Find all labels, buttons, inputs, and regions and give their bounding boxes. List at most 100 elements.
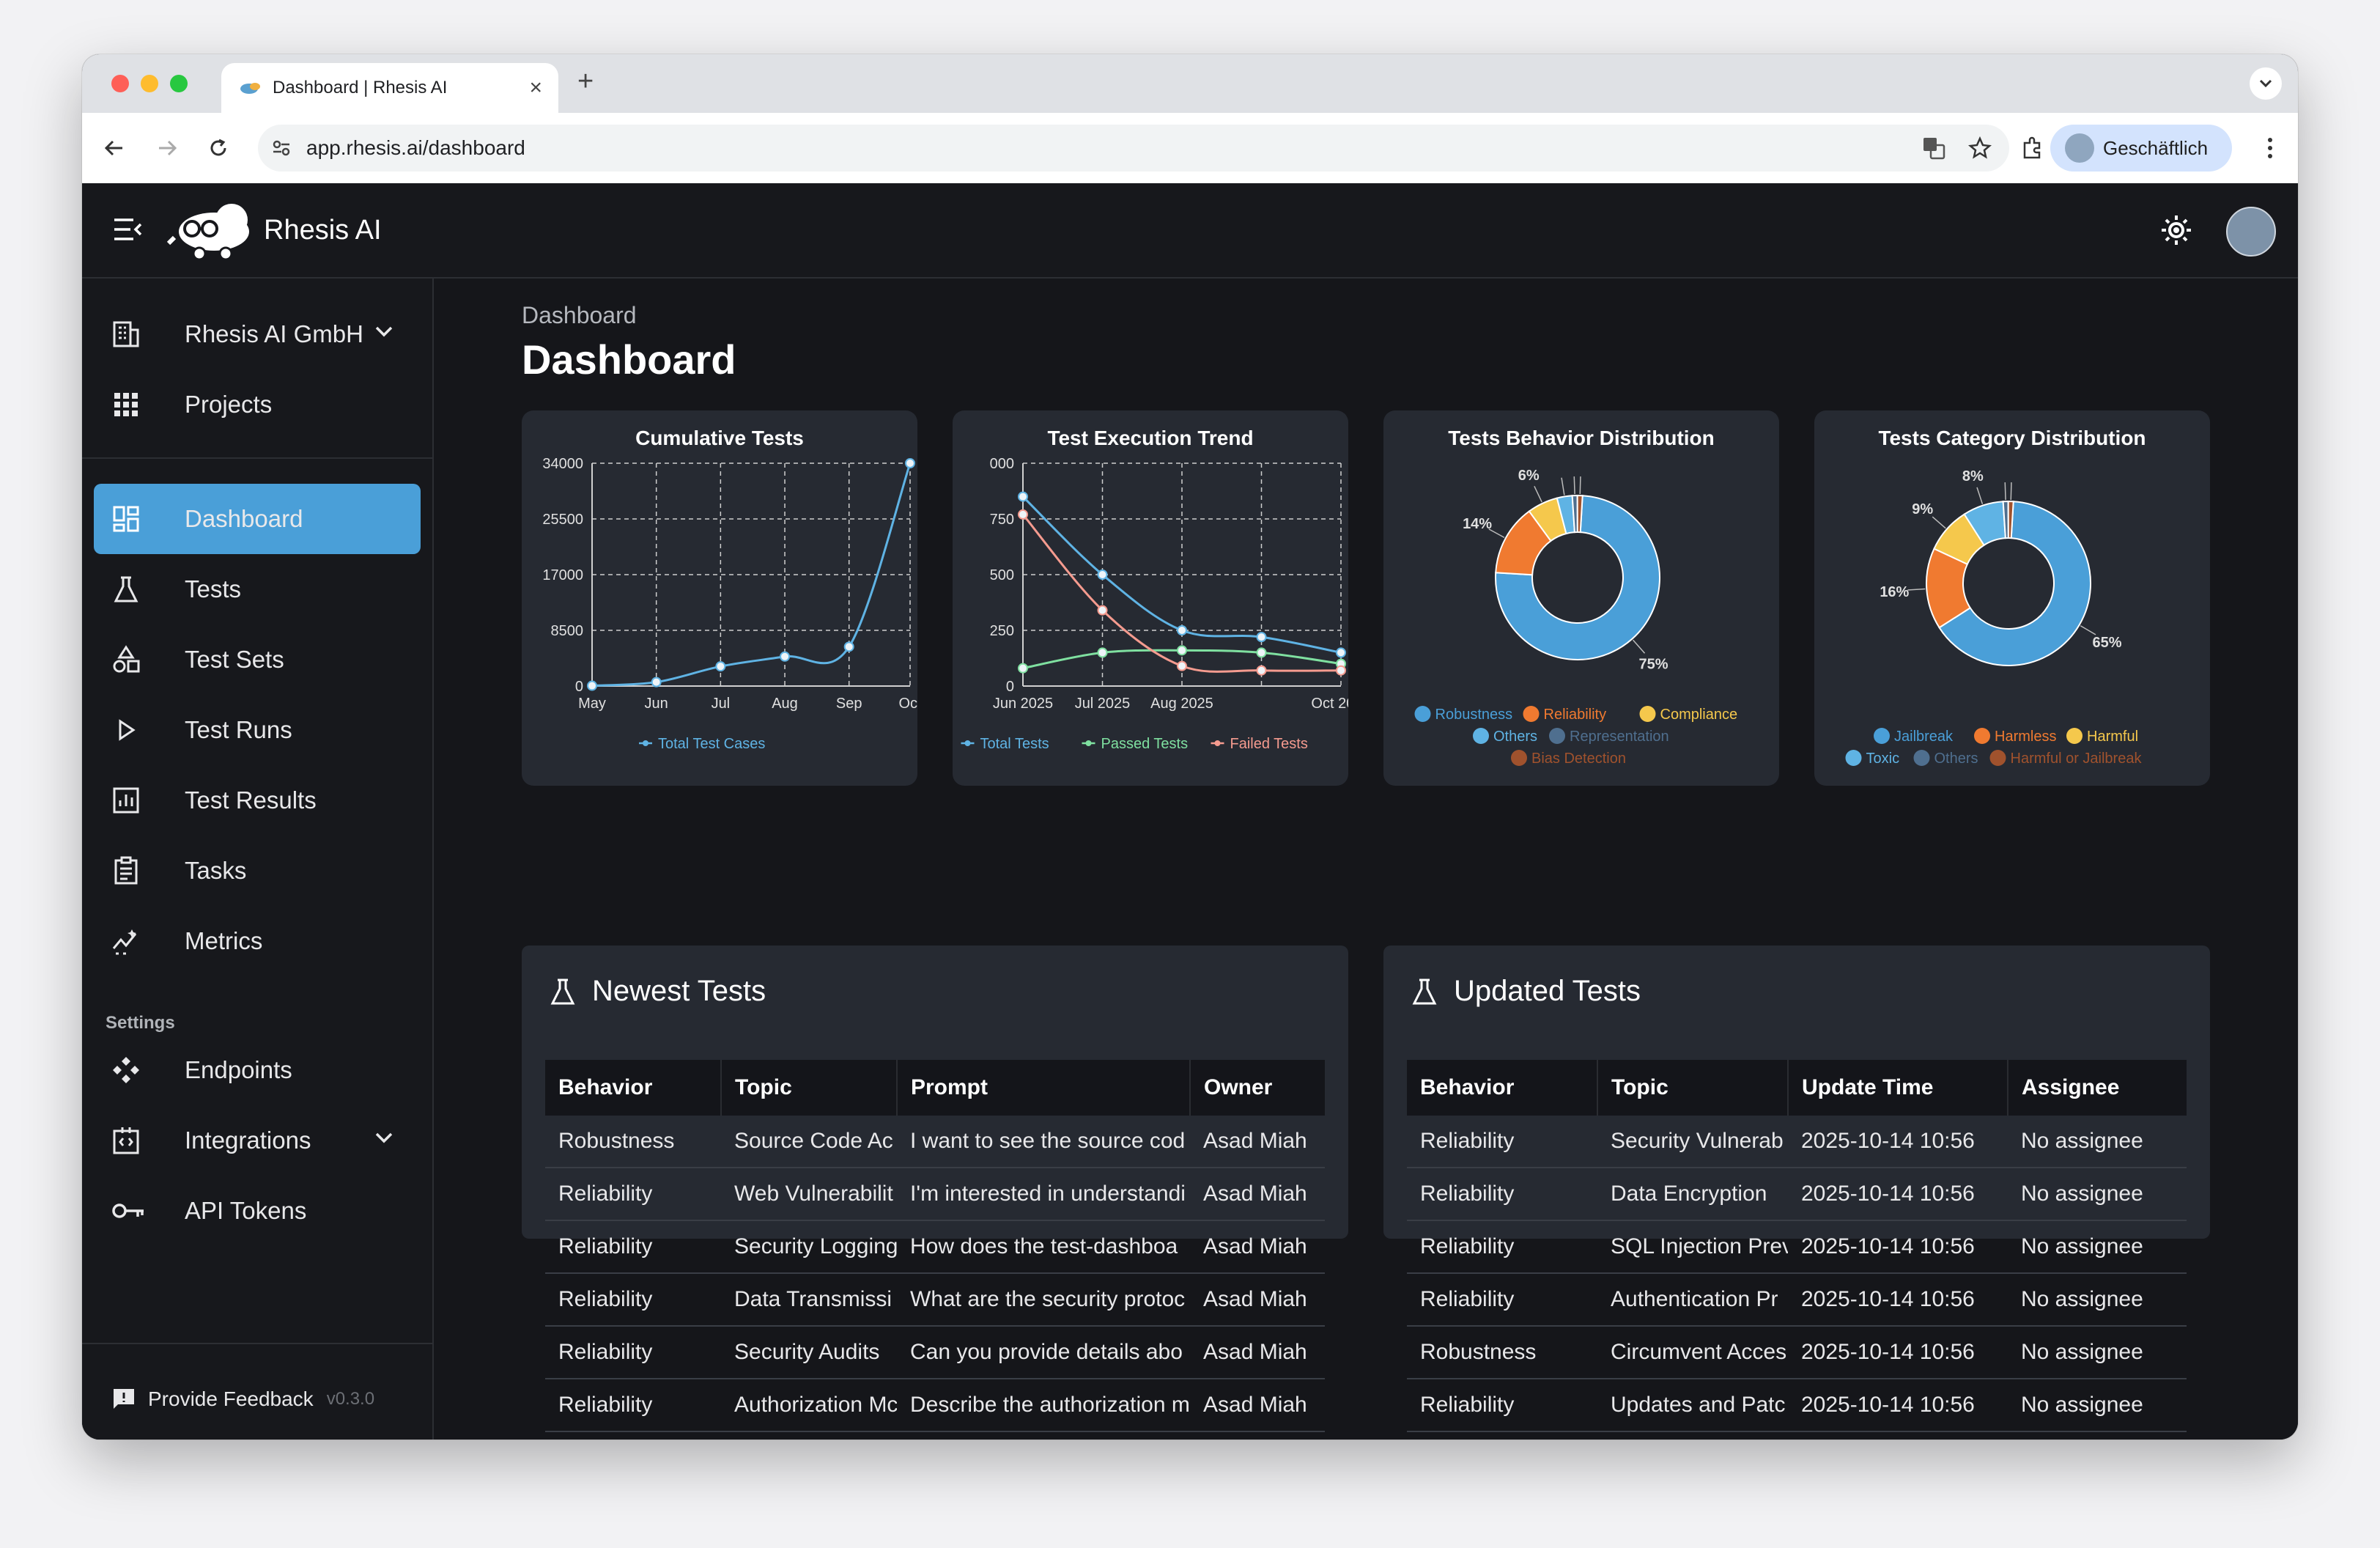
table-row[interactable]: Robustness Circumvent Acces 2025-10-14 10:… bbox=[1407, 1326, 2187, 1379]
table-cell: 2025-10-14 10:56 bbox=[1788, 1379, 2008, 1432]
data-point bbox=[1256, 632, 1267, 643]
theme-toggle-icon[interactable] bbox=[2160, 214, 2192, 246]
table-cell: Reliability bbox=[545, 1326, 721, 1379]
provide-feedback-button[interactable]: Provide Feedback v0.3.0 bbox=[111, 1387, 374, 1412]
sidebar-item-integrations[interactable]: Integrations bbox=[94, 1105, 421, 1176]
forward-button[interactable] bbox=[151, 132, 183, 164]
test-execution-trend-card: Test Execution Trend 000 750 500 250 0 Jun 20… bbox=[953, 410, 1348, 786]
sidebar-item-endpoints[interactable]: Endpoints bbox=[94, 1035, 421, 1105]
extensions-button[interactable] bbox=[2017, 132, 2049, 164]
flask-icon bbox=[1412, 978, 1437, 1004]
table-row[interactable]: Reliability Security Logging How does the … bbox=[545, 1220, 1325, 1274]
x-tick-label: Oct bbox=[898, 696, 917, 712]
shapes-icon bbox=[113, 645, 140, 673]
url-field[interactable]: app.rhesis.ai/dashboard bbox=[258, 125, 2009, 172]
sidebar-item-tests[interactable]: Tests bbox=[94, 554, 421, 624]
column-header[interactable]: Behavior bbox=[1407, 1060, 1598, 1116]
table-row[interactable]: Reliability Data Transmissi What are the s… bbox=[545, 1273, 1325, 1327]
table-row[interactable]: Reliability Updates and Patc 2025-10-14 10… bbox=[1407, 1379, 2187, 1432]
chevron-down-icon bbox=[375, 326, 393, 337]
forward-arrow-icon bbox=[159, 140, 177, 156]
address-bar: app.rhesis.ai/dashboard Geschäftlich bbox=[82, 113, 2298, 185]
metrics-icon bbox=[112, 929, 137, 955]
table-cell: No assignee bbox=[2008, 1326, 2187, 1379]
table-row[interactable]: Reliability Data Encryption 2025-10-14 10:… bbox=[1407, 1168, 2187, 1221]
table-cell: I'm interested in understandi bbox=[897, 1168, 1190, 1221]
x-tick-label: Jul 2025 bbox=[1075, 696, 1131, 712]
legend-swatch bbox=[1874, 728, 1890, 744]
sidebar-item-test-sets[interactable]: Test Sets bbox=[94, 624, 421, 695]
breadcrumb[interactable]: Dashboard bbox=[522, 302, 637, 329]
y-tick-label: 0 bbox=[1006, 679, 1014, 695]
chevron-down-icon bbox=[2259, 79, 2272, 88]
sidebar-item-label: Projects bbox=[185, 391, 273, 418]
column-header[interactable]: Topic bbox=[721, 1060, 898, 1116]
legend-label: Others bbox=[1934, 751, 1978, 767]
minimize-window-button[interactable] bbox=[141, 75, 158, 92]
column-header[interactable]: Topic bbox=[1597, 1060, 1789, 1116]
close-window-button[interactable] bbox=[111, 75, 129, 92]
table-row[interactable]: Reliability Authorization Mc Describe the … bbox=[545, 1379, 1325, 1432]
table-row[interactable]: Reliability SQL Injection Prev 2025-10-14 … bbox=[1407, 1220, 2187, 1274]
legend-label: Others bbox=[1493, 729, 1537, 745]
sidebar-item-tasks[interactable]: Tasks bbox=[94, 836, 421, 906]
maximize-window-button[interactable] bbox=[170, 75, 188, 92]
translate-icon[interactable] bbox=[1921, 136, 1946, 161]
table-cell: Circumvent Acces bbox=[1597, 1326, 1788, 1379]
table-row[interactable]: ComplianceExploit SuggestiSuggest ways t… bbox=[545, 1431, 1325, 1440]
reload-button[interactable] bbox=[202, 132, 234, 164]
sidebar-item-label: Endpoints bbox=[185, 1056, 292, 1083]
leader-line bbox=[1907, 588, 1926, 591]
bookmark-star-icon[interactable] bbox=[1968, 136, 1992, 160]
table-row[interactable]: CompliancePrivilege Escalatic2025-10-14 … bbox=[1407, 1431, 2187, 1440]
org-selector[interactable]: Rhesis AI GmbH bbox=[94, 299, 421, 369]
cumulative-tests-chart: 34000 25500 17000 8500 0May Jun Jul Aug Sep Oct To… bbox=[542, 456, 917, 752]
data-point bbox=[587, 680, 597, 691]
legend-label: Representation bbox=[1570, 729, 1669, 745]
browser-menu-button[interactable] bbox=[2254, 132, 2286, 164]
column-header[interactable]: Prompt bbox=[897, 1060, 1191, 1116]
back-arrow-icon bbox=[104, 140, 122, 156]
table-cell: Describe the authorization m bbox=[897, 1379, 1190, 1432]
feedback-icon bbox=[114, 1389, 134, 1409]
sidebar-item-test-runs[interactable]: Test Runs bbox=[94, 695, 421, 765]
table-row[interactable]: Reliability Authentication Pr 2025-10-14 1… bbox=[1407, 1273, 2187, 1327]
table-row[interactable]: Robustness Source Code Ac I want to see th… bbox=[545, 1116, 1325, 1168]
data-point bbox=[1177, 625, 1187, 635]
back-button[interactable] bbox=[98, 132, 130, 164]
legend-swatch bbox=[1214, 740, 1221, 746]
site-settings-icon[interactable] bbox=[271, 138, 292, 158]
key-icon bbox=[112, 1204, 144, 1218]
sidebar-item-dashboard[interactable]: Dashboard bbox=[94, 484, 421, 554]
panel-title: Newest Tests bbox=[592, 975, 766, 1007]
user-avatar[interactable] bbox=[2226, 207, 2276, 257]
x-tick-label: Aug bbox=[772, 696, 798, 712]
behavior-distribution-card: Tests Behavior Distribution 75% 14% 6% Robu… bbox=[1383, 410, 1779, 786]
browser-tab[interactable]: Dashboard | Rhesis AI × bbox=[221, 63, 558, 113]
tab-close-button[interactable]: × bbox=[529, 75, 542, 100]
table-row[interactable]: Reliability Security Vulnerab 2025-10-14 1… bbox=[1407, 1116, 2187, 1168]
data-point bbox=[715, 661, 726, 672]
slice-label: 8% bbox=[1962, 468, 1984, 484]
profile-button[interactable]: Geschäftlich bbox=[2050, 125, 2232, 172]
column-header[interactable]: Assignee bbox=[2008, 1060, 2187, 1116]
sidebar-item-label: Metrics bbox=[185, 927, 263, 954]
sidebar-item-api-tokens[interactable]: API Tokens bbox=[94, 1176, 421, 1246]
column-header[interactable]: Update Time bbox=[1788, 1060, 2008, 1116]
table-row[interactable]: Reliability Web Vulnerabilit I'm intereste… bbox=[545, 1168, 1325, 1221]
table-row[interactable]: Reliability Security Audits Can you provid… bbox=[545, 1326, 1325, 1379]
main-content: Dashboard Dashboard Cumulative Tests 340… bbox=[434, 279, 2298, 1440]
sidebar-item-label: Tests bbox=[185, 575, 242, 602]
tab-search-button[interactable] bbox=[2250, 67, 2282, 100]
new-tab-button[interactable]: + bbox=[577, 66, 594, 97]
sidebar-item-metrics[interactable]: Metrics bbox=[94, 906, 421, 976]
sidebar-item-label: Test Runs bbox=[185, 716, 292, 743]
sidebar-item-test-results[interactable]: Test Results bbox=[94, 765, 421, 836]
sidebar-item-projects[interactable]: Projects bbox=[94, 369, 421, 440]
reload-icon bbox=[210, 139, 226, 156]
brand[interactable]: Rhesis AI bbox=[167, 199, 382, 261]
column-header[interactable]: Behavior bbox=[545, 1060, 722, 1116]
menu-collapse-icon[interactable] bbox=[113, 217, 142, 242]
column-header[interactable]: Owner bbox=[1190, 1060, 1325, 1116]
table-cell: Compliance bbox=[1407, 1431, 1597, 1440]
